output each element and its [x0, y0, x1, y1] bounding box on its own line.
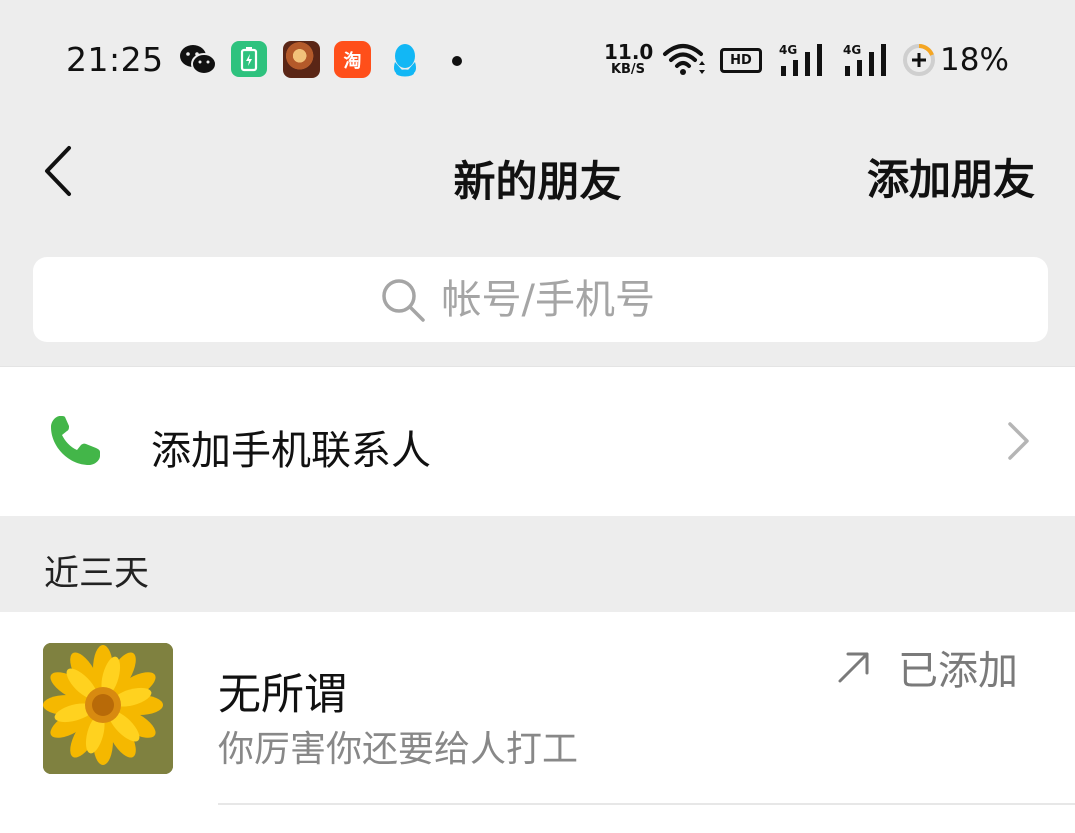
signal-1-type: 4G: [779, 43, 797, 57]
search-icon: [381, 278, 425, 322]
phone-icon: [51, 416, 100, 465]
battery-app-icon: [231, 41, 267, 77]
notification-dot: [452, 56, 462, 66]
sunflower-image: [43, 643, 173, 774]
new-friends-screen: 21:25 淘 11.0 KB/S HD 4G 4G 18% 新的朋友 添加朋友…: [0, 0, 1075, 833]
search-input[interactable]: [441, 276, 702, 323]
chevron-right-icon: [1008, 422, 1029, 460]
wechat-icon: [178, 41, 218, 79]
arrow-up-right-icon: [838, 652, 869, 683]
battery-percent: 18%: [940, 42, 1009, 78]
back-button[interactable]: [28, 136, 88, 206]
network-speed-unit: KB/S: [610, 62, 646, 77]
request-status-label: 已添加: [898, 648, 1018, 694]
qq-icon: [386, 41, 424, 79]
signal-icon: 4G: [778, 41, 830, 79]
status-time: 21:25: [66, 40, 164, 79]
battery-icon: [900, 41, 938, 79]
friend-name: 无所谓: [218, 670, 347, 720]
wifi-icon: [662, 41, 708, 79]
signal-icon: 4G: [842, 41, 894, 79]
avatar[interactable]: [43, 643, 173, 774]
game-app-icon: [283, 41, 320, 78]
hd-icon: HD: [720, 48, 762, 73]
signal-2-type: 4G: [843, 43, 861, 57]
network-speed-value: 11.0: [604, 40, 654, 64]
taobao-app-icon: 淘: [334, 41, 371, 78]
add-phone-contacts-label: 添加手机联系人: [151, 428, 431, 474]
status-bar: 21:25 淘 11.0 KB/S HD 4G 4G 18%: [0, 0, 1075, 120]
request-status: 已添加: [834, 642, 1018, 694]
add-friend-button[interactable]: 添加朋友: [867, 146, 1035, 207]
network-speed: 11.0 KB/S: [604, 40, 654, 77]
chevron-left-icon: [45, 146, 71, 196]
search-box[interactable]: [33, 257, 1048, 342]
friend-request-message: 你厉害你还要给人打工: [218, 729, 579, 770]
divider: [218, 803, 1075, 805]
section-header: 近三天: [44, 554, 150, 594]
